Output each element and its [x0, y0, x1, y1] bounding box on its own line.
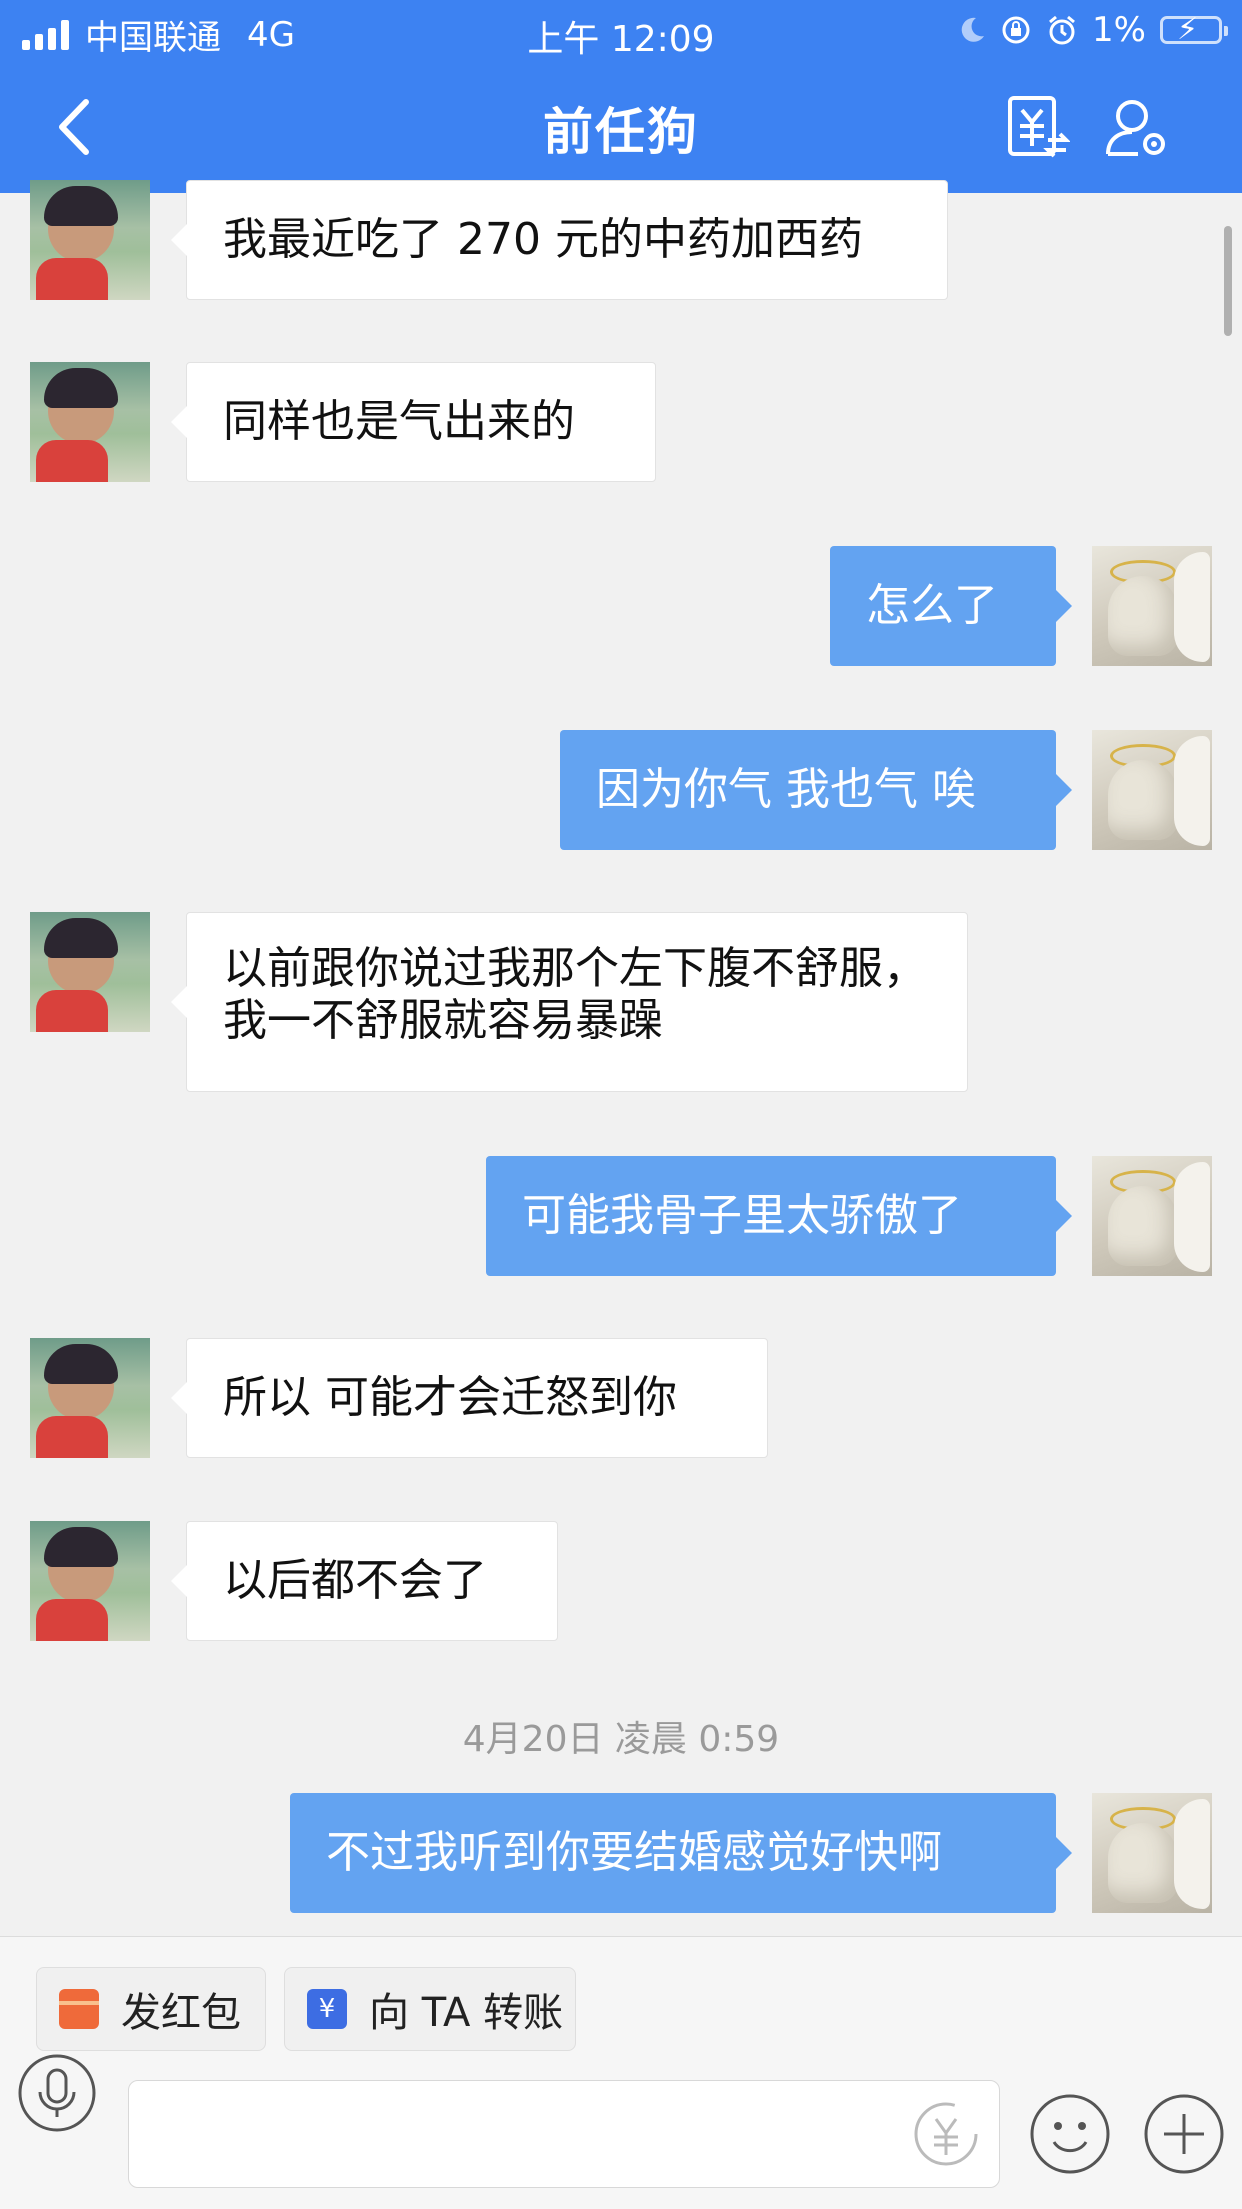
transfer-icon[interactable] — [1006, 94, 1070, 160]
emoji-icon[interactable] — [1028, 2092, 1112, 2176]
battery-icon: ⚡ — [1160, 12, 1228, 47]
message-bubble-outgoing[interactable]: 怎么了 — [830, 546, 1072, 666]
status-bar: 中国联通 4G 上午 12:09 1% ⚡ — [0, 0, 1242, 64]
nav-bar: 前任狗 — [0, 64, 1242, 193]
profile-icon[interactable] — [1104, 94, 1168, 160]
message-bubble-incoming[interactable]: 同样也是气出来的 — [171, 362, 656, 482]
battery-percent: 1% — [1092, 10, 1146, 50]
scrollbar[interactable] — [1224, 226, 1232, 336]
message-bubble-incoming[interactable]: 我最近吃了 270 元的中药加西药 — [171, 180, 948, 300]
message-input[interactable] — [128, 2080, 1000, 2188]
message-bubble-incoming[interactable]: 所以 可能才会迁怒到你 — [171, 1338, 768, 1458]
transfer-label: 向 TA 转账 — [369, 1990, 564, 2036]
message-bubble-incoming[interactable]: 以前跟你说过我那个左下腹不舒服，我一不舒服就容易暴躁 — [171, 912, 968, 1092]
yen-icon: ¥ — [307, 1989, 347, 2029]
message-bubble-outgoing[interactable]: 因为你气 我也气 唉 — [560, 730, 1072, 850]
red-packet-icon — [59, 1989, 99, 2029]
message-bubble-outgoing[interactable]: 可能我骨子里太骄傲了 — [486, 1156, 1072, 1276]
contact-avatar[interactable] — [30, 1338, 150, 1458]
contact-avatar[interactable] — [30, 912, 150, 1032]
message-text: 因为你气 我也气 唉 — [596, 764, 976, 815]
alarm-icon — [1049, 15, 1076, 45]
my-avatar[interactable] — [1092, 1156, 1212, 1276]
message-text: 同样也是气出来的 — [223, 396, 575, 447]
yen-circle-icon[interactable] — [911, 2099, 981, 2169]
red-packet-label: 发红包 — [121, 1990, 241, 2036]
message-text: 可能我骨子里太骄傲了 — [522, 1190, 962, 1241]
message-text: 以前跟你说过我那个左下腹不舒服，我一不舒服就容易暴躁 — [223, 943, 927, 1046]
voice-icon[interactable] — [16, 2052, 98, 2134]
message-text: 不过我听到你要结婚感觉好快啊 — [326, 1827, 942, 1878]
message-text: 怎么了 — [866, 580, 998, 631]
contact-avatar[interactable] — [30, 180, 150, 300]
message-text: 我最近吃了 270 元的中药加西药 — [223, 214, 863, 265]
my-avatar[interactable] — [1092, 730, 1212, 850]
message-timestamp: 4月20日 凌晨 0:59 — [462, 1719, 780, 1760]
my-avatar[interactable] — [1092, 546, 1212, 666]
contact-avatar[interactable] — [30, 362, 150, 482]
moon-icon — [961, 17, 985, 42]
plus-icon[interactable] — [1142, 2092, 1226, 2176]
message-text: 以后都不会了 — [223, 1555, 487, 1606]
transfer-button[interactable]: ¥ 向 TA 转账 — [284, 1967, 576, 2051]
my-avatar[interactable] — [1092, 1793, 1212, 1913]
message-text: 所以 可能才会迁怒到你 — [223, 1372, 677, 1423]
red-packet-button[interactable]: 发红包 — [36, 1967, 266, 2051]
message-bubble-outgoing[interactable]: 不过我听到你要结婚感觉好快啊 — [290, 1793, 1072, 1913]
message-bubble-incoming[interactable]: 以后都不会了 — [171, 1521, 558, 1641]
contact-avatar[interactable] — [30, 1521, 150, 1641]
orientation-lock-icon — [1002, 16, 1030, 44]
top-bar: 中国联通 4G 上午 12:09 1% ⚡ 前任狗 — [0, 0, 1242, 193]
